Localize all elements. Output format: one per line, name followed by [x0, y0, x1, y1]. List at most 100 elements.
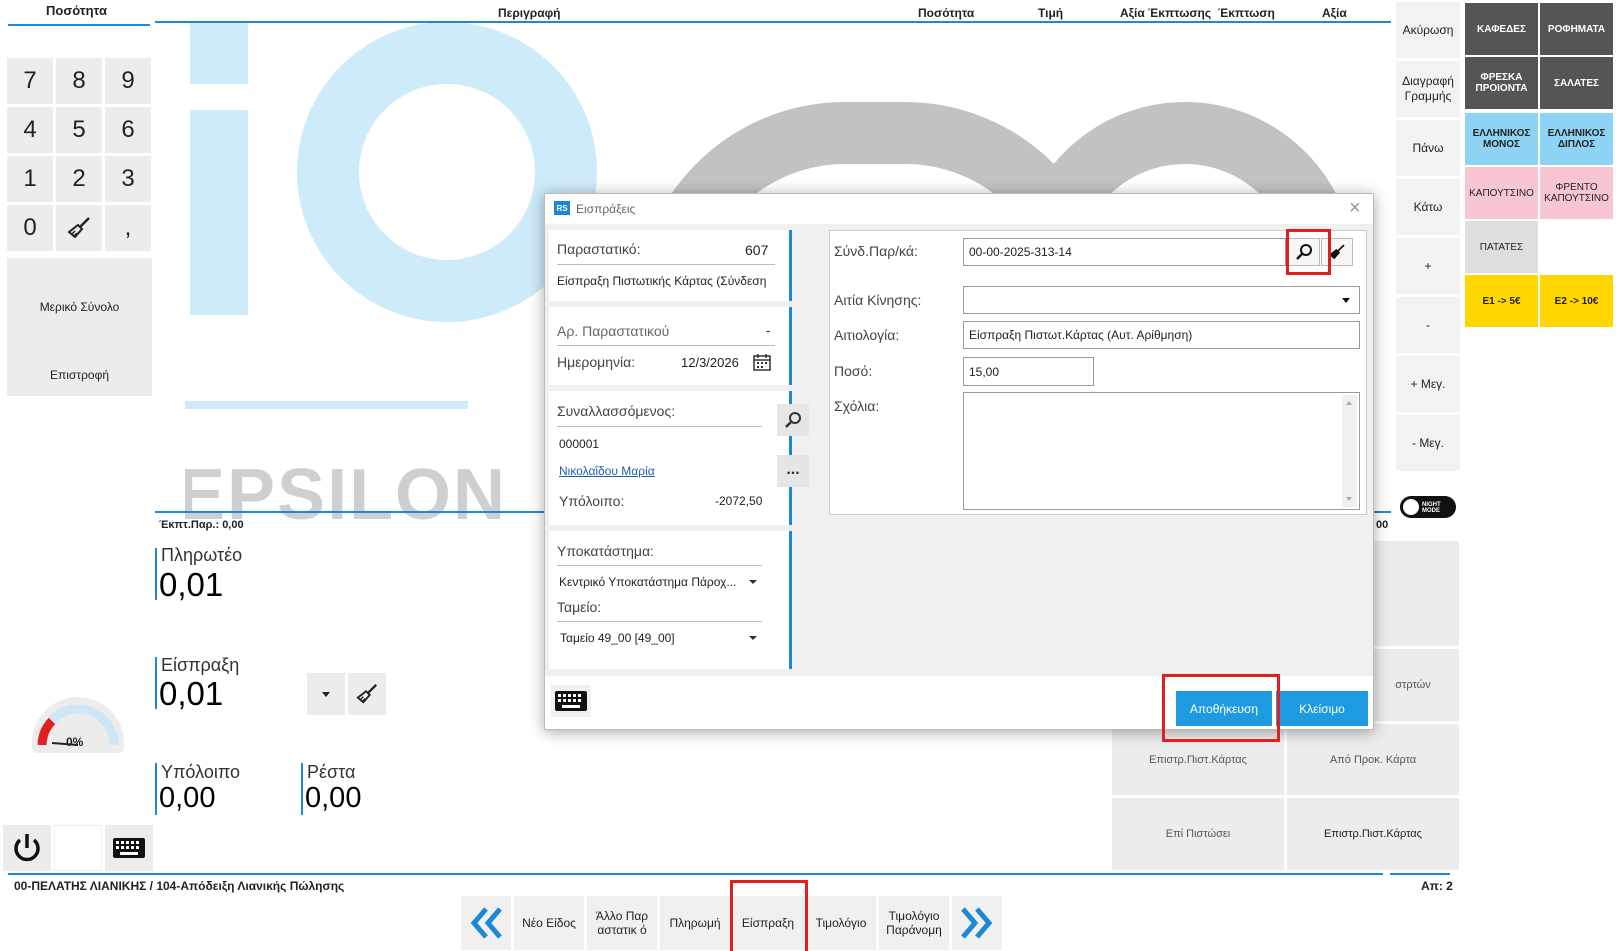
caret-down-icon [322, 691, 330, 697]
document-value: 607 [745, 242, 769, 258]
night-mode-toggle[interactable]: NIGHT MODE [1400, 496, 1456, 518]
product-e1-5[interactable]: E1 -> 5€ [1465, 275, 1538, 327]
document-type: Είσπραξη Πιστωτικής Κάρτας (Σύνδεση [557, 274, 767, 288]
product-fries[interactable]: ΠΑΤΑΤΕΣ [1465, 221, 1538, 273]
up-button[interactable]: Πάνω [1396, 120, 1460, 176]
gauge-value: 0% [66, 735, 84, 749]
trader-balance-label: Υπόλοιπο: [559, 493, 625, 509]
comments-textarea[interactable] [963, 392, 1360, 510]
cancel-button[interactable]: Ακύρωση [1396, 2, 1460, 58]
summary-right-value: 00 [1376, 519, 1389, 531]
linked-docs-value: 00-00-2025-313-14 [969, 245, 1072, 259]
balance-label: Υπόλοιπο [161, 762, 241, 782]
numpad-key-7[interactable]: 7 [7, 58, 53, 104]
receipt-dropdown[interactable] [307, 673, 345, 715]
numpad-key-2[interactable]: 2 [56, 156, 102, 202]
footer-line [8, 873, 1383, 875]
other-document-button[interactable]: Άλλο Παραστατικ ό [587, 896, 657, 950]
numpad-key-5[interactable]: 5 [56, 107, 102, 153]
document-card: Παραστατικό: 607 Είσπραξη Πιστωτικής Κάρ… [549, 230, 792, 301]
reason-label: Αιτία Κίνησης: [834, 292, 922, 308]
comments-scrollbar[interactable] [1342, 395, 1357, 507]
column-discount-value: Αξία Έκπτωσης [1120, 6, 1212, 20]
document-underline [557, 264, 775, 265]
trader-more-button[interactable]: ... [777, 455, 809, 487]
product-freddo-cappuccino[interactable]: ΦΡΕΝΤΟ ΚΑΠΟΥΤΣΙΝΟ [1540, 167, 1613, 219]
previous-button[interactable] [461, 896, 511, 950]
numpad-key-1[interactable]: 1 [7, 156, 53, 202]
payable-value: 0,01 [159, 566, 224, 603]
date-picker-button[interactable] [753, 353, 771, 371]
trader-underline [557, 426, 762, 427]
card-return-button-2[interactable]: Επιστρ.Πιστ.Κάρτας [1287, 798, 1459, 870]
product-greek-double[interactable]: ΕΛΛΗΝΙΚΟΣ ΔΙΠΛΟΣ [1540, 113, 1613, 165]
amount-label: Ποσό: [834, 363, 873, 379]
numpad-key-8[interactable]: 8 [56, 58, 102, 104]
payment-button[interactable]: Πληρωμή [660, 896, 730, 950]
balance-bar [155, 763, 157, 815]
broom-icon [356, 683, 378, 704]
numpad-clear-button[interactable] [56, 205, 102, 251]
invoice-button[interactable]: Τιμολόγιο [806, 896, 876, 950]
product-e2-10[interactable]: E2 -> 10€ [1540, 275, 1613, 327]
new-item-button[interactable]: Νέο Είδος [514, 896, 584, 950]
column-value: Αξία [1322, 6, 1347, 20]
category-beverages[interactable]: ΡΟΦΗΜΑΤΑ [1540, 3, 1613, 55]
branch-card: Υποκατάστημα: Κεντρικό Υποκατάστημα Πάρο… [549, 531, 792, 669]
return-label: Επιστροφή [49, 368, 110, 382]
header-line-left [8, 24, 150, 26]
reason-select[interactable] [963, 286, 1360, 314]
date-value: 12/3/2026 [681, 355, 739, 370]
justification-field[interactable]: Είσπραξη Πιστωτ.Κάρτας (Αυτ. Αρίθμηση) [963, 321, 1360, 349]
column-description: Περιγραφή [498, 6, 561, 20]
app-badge: RS [554, 201, 570, 215]
close-button[interactable]: Κλείσιμο [1276, 691, 1368, 726]
change-value: 0,00 [305, 782, 362, 814]
down-button[interactable]: Κάτω [1396, 179, 1460, 235]
document-label: Παραστατικό: [557, 241, 641, 257]
change-label: Ρέστα [307, 762, 356, 782]
numpad-key-3[interactable]: 3 [105, 156, 151, 202]
delete-line-button[interactable]: Διαγραφή Γραμμής [1396, 61, 1460, 117]
product-cappuccino[interactable]: ΚΑΠΟΥΤΣΙΝΟ [1465, 167, 1538, 219]
category-fresh-products[interactable]: ΦΡΕΣΚΑ ΠΡΟΙΟΝΤΑ [1465, 57, 1538, 109]
decrease-size-button[interactable]: - Μεγ. [1396, 415, 1460, 471]
trader-name-link[interactable]: Νικολαΐδου Μαρία [559, 464, 655, 478]
minus-button[interactable]: - [1396, 297, 1460, 353]
invoice-parnomi-button[interactable]: Τιμολόγιο Παράνομη [879, 896, 949, 950]
dialog-keyboard-button[interactable] [551, 685, 591, 717]
increase-size-button[interactable]: + Μεγ. [1396, 356, 1460, 412]
branch-select[interactable]: Κεντρικό Υποκατάστημα Πάροχ... [557, 571, 762, 593]
category-salads[interactable]: ΣΑΛΑΤΕΣ [1540, 57, 1613, 109]
register-select[interactable]: Ταμείο 49_00 [49_00] [557, 627, 762, 649]
numpad-key-comma[interactable]: , [105, 205, 151, 251]
partial-total-button[interactable]: Μερικό Σύνολο Επιστροφή [7, 258, 152, 396]
numpad-key-0[interactable]: 0 [7, 205, 53, 251]
amount-field[interactable]: 15,00 [963, 357, 1094, 386]
dialog-close-icon[interactable]: × [1349, 197, 1361, 220]
on-credit-button[interactable]: Επί Πιστώσει [1112, 798, 1284, 870]
broom-icon [67, 217, 90, 239]
document-number-value: - [766, 323, 771, 338]
category-coffees[interactable]: ΚΑΦΕΔΕΣ [1465, 3, 1538, 55]
receipt-clear-button[interactable] [348, 673, 386, 715]
register-label: Ταμείο: [557, 599, 602, 615]
highlight-save [1162, 674, 1280, 742]
plus-button[interactable]: + [1396, 238, 1460, 294]
linked-docs-field[interactable]: 00-00-2025-313-14 [963, 238, 1286, 266]
keyboard-button[interactable] [105, 825, 153, 871]
header-line-main [155, 21, 1391, 23]
product-greek-single[interactable]: ΕΛΛΗΝΙΚΟΣ ΜΟΝΟΣ [1465, 113, 1538, 165]
caret-down-icon [1342, 298, 1350, 303]
next-button[interactable] [952, 896, 1002, 950]
footer-line-right [1390, 873, 1450, 875]
blank-button[interactable] [54, 825, 102, 871]
power-button[interactable] [3, 825, 51, 871]
comments-label: Σχόλια: [834, 398, 880, 414]
numpad-key-4[interactable]: 4 [7, 107, 53, 153]
numpad-key-9[interactable]: 9 [105, 58, 151, 104]
prepaid-card-button[interactable]: Από Προκ. Κάρτα [1287, 724, 1459, 795]
numpad-key-6[interactable]: 6 [105, 107, 151, 153]
trader-search-button[interactable] [777, 404, 809, 436]
partial-total-label: Μερικό Σύνολο [39, 300, 120, 314]
